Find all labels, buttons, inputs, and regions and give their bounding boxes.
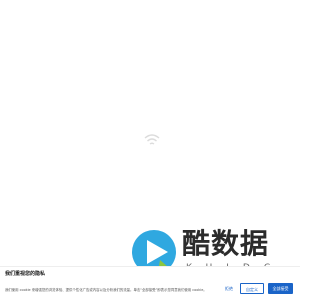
customize-button[interactable]: 自定义 — [240, 283, 264, 294]
cookie-banner: 我们重视您的隐私 我们使用 cookie 来增强您的浏览体验、提供个性化广告或内… — [0, 266, 300, 300]
logo-wordmark: 酷数据 — [182, 227, 270, 260]
accept-all-button[interactable]: 全部接受 — [268, 283, 293, 294]
wifi-loading-icon — [144, 134, 160, 145]
reject-button[interactable]: 拒绝 — [220, 283, 238, 294]
cookie-title: 我们重视您的隐私 — [5, 271, 46, 277]
cookie-description: 我们使用 cookie 来增强您的浏览体验、提供个性化广告或内容以及分析我们的流… — [5, 288, 205, 292]
